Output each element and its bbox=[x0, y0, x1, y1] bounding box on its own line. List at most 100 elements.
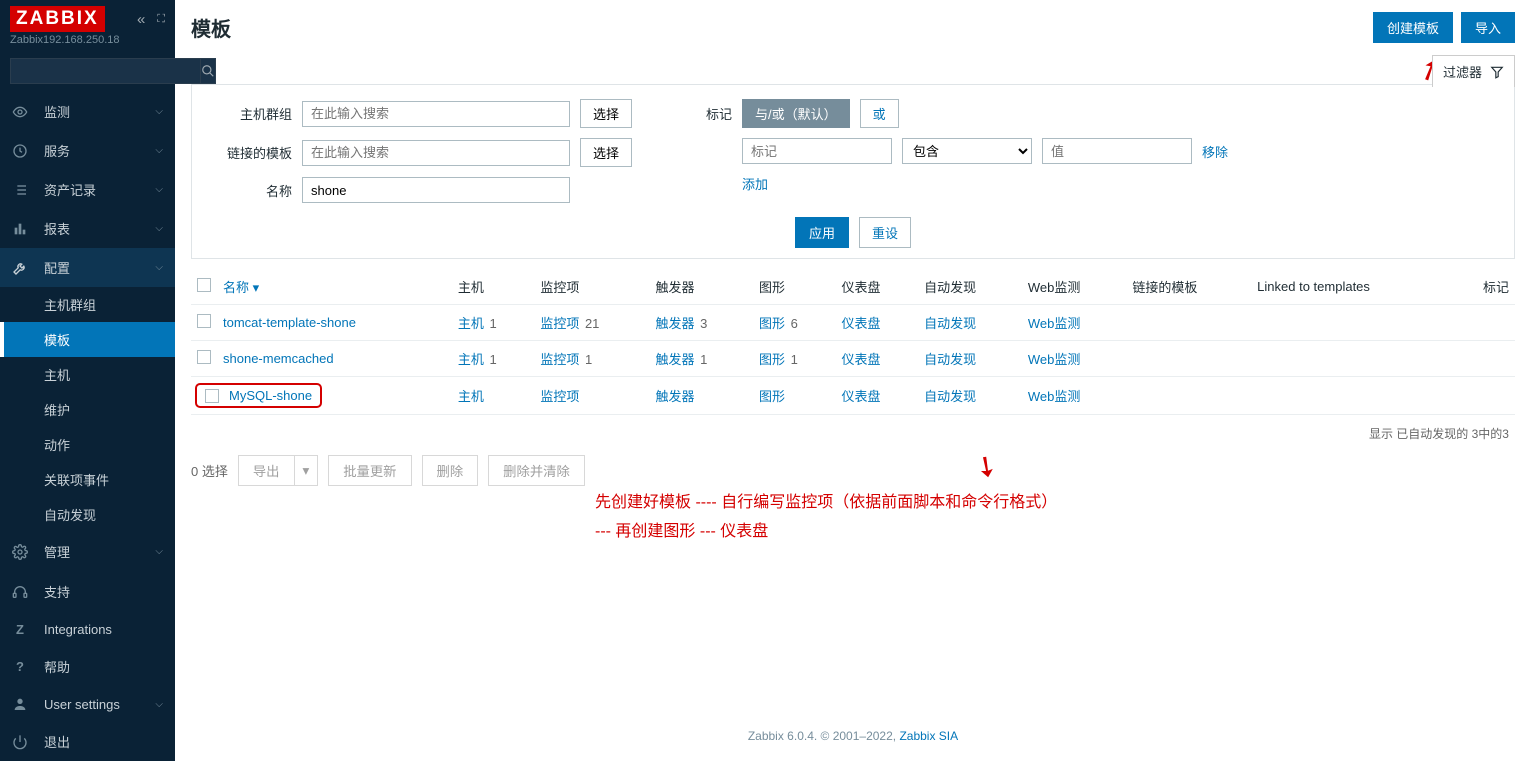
nav-label: 支持 bbox=[44, 582, 70, 601]
annotation-text: 先创建好模板 ---- 自行编写监控项（依据前面脚本和命令行格式） --- 再创… bbox=[175, 489, 1531, 547]
nav-服务[interactable]: 服务⌵ bbox=[0, 131, 175, 170]
subnav-模板[interactable]: 模板 bbox=[0, 322, 175, 357]
nav-User settings[interactable]: User settings⌵ bbox=[0, 686, 175, 722]
nav-label: Integrations bbox=[44, 622, 112, 637]
items-link[interactable]: 监控项 bbox=[540, 389, 579, 404]
template-name-link[interactable]: tomcat-template-shone bbox=[223, 315, 356, 330]
filter-linked-templates-input[interactable] bbox=[302, 140, 570, 166]
collapse-sidebar-icon[interactable]: « bbox=[137, 11, 145, 28]
subnav-动作[interactable]: 动作 bbox=[0, 427, 175, 462]
dashboards-link[interactable]: 仪表盘 bbox=[841, 389, 880, 404]
filter-apply-button[interactable]: 应用 bbox=[795, 217, 849, 248]
create-template-button[interactable]: 创建模板 bbox=[1373, 12, 1453, 43]
nav-报表[interactable]: 报表 ⌵ bbox=[0, 209, 175, 248]
list-icon bbox=[12, 182, 28, 198]
hosts-link[interactable]: 主机 bbox=[458, 316, 484, 331]
annotation-arrow-icon: ➘ bbox=[967, 446, 1005, 486]
tag-eval-or-button[interactable]: 或 bbox=[860, 99, 899, 128]
subnav-主机[interactable]: 主机 bbox=[0, 357, 175, 392]
template-name-link[interactable]: shone-memcached bbox=[223, 351, 334, 366]
graphs-link[interactable]: 图形 bbox=[759, 352, 785, 367]
web-link[interactable]: Web监测 bbox=[1028, 316, 1081, 331]
graphs-link[interactable]: 图形 bbox=[759, 316, 785, 331]
chevron-down-icon: ⌵ bbox=[155, 699, 163, 710]
items-link[interactable]: 监控项 bbox=[540, 316, 579, 331]
col-discovery: 自动发现 bbox=[918, 269, 1022, 305]
zabbix-sia-link[interactable]: Zabbix SIA bbox=[899, 729, 958, 743]
filter-host-groups-label: 主机群组 bbox=[212, 104, 292, 123]
nav-Integrations[interactable]: ZIntegrations bbox=[0, 611, 175, 647]
fullscreen-icon[interactable]: ⛶ bbox=[157, 13, 165, 26]
nav-配置[interactable]: 配置 ⌵ bbox=[0, 248, 175, 287]
row-checkbox[interactable] bbox=[197, 350, 211, 364]
filter-tab[interactable]: 过滤器 bbox=[1432, 55, 1515, 87]
discovery-link[interactable]: 自动发现 bbox=[924, 389, 976, 404]
filter-host-groups-input[interactable] bbox=[302, 101, 570, 127]
table-footer: 显示 已自动发现的 3中的3 bbox=[191, 415, 1515, 442]
nav-退出[interactable]: 退出 bbox=[0, 722, 175, 761]
sidebar-search-input[interactable] bbox=[10, 58, 201, 84]
main-content: 模板 创建模板 导入 ➚ 过滤器 主机群组 选择 bbox=[175, 0, 1531, 761]
col-hosts: 主机 bbox=[452, 269, 534, 305]
tag-operator-select[interactable]: 包含 bbox=[902, 138, 1032, 164]
filter-name-input[interactable] bbox=[302, 177, 570, 203]
row-checkbox[interactable] bbox=[205, 389, 219, 403]
chevron-down-icon: ⌵ bbox=[155, 223, 163, 234]
web-link[interactable]: Web监测 bbox=[1028, 389, 1081, 404]
gear-icon bbox=[12, 544, 28, 560]
nav-帮助[interactable]: ?帮助 bbox=[0, 647, 175, 686]
triggers-link[interactable]: 触发器 bbox=[656, 389, 695, 404]
export-dropdown-button[interactable]: ▾ bbox=[294, 455, 319, 486]
discovery-link[interactable]: 自动发现 bbox=[924, 352, 976, 367]
headset-icon bbox=[12, 584, 28, 600]
nav-资产记录[interactable]: 资产记录⌵ bbox=[0, 170, 175, 209]
tag-remove-link[interactable]: 移除 bbox=[1202, 142, 1228, 161]
select-host-groups-button[interactable]: 选择 bbox=[580, 99, 632, 128]
mass-update-button[interactable]: 批量更新 bbox=[328, 455, 411, 486]
chevron-down-icon: ⌵ bbox=[155, 262, 163, 273]
tag-name-input[interactable] bbox=[742, 138, 892, 164]
tag-add-link[interactable]: 添加 bbox=[742, 174, 768, 193]
subnav-主机群组[interactable]: 主机群组 bbox=[0, 287, 175, 322]
triggers-link[interactable]: 触发器 bbox=[656, 352, 695, 367]
graphs-link[interactable]: 图形 bbox=[759, 389, 785, 404]
filter-tab-label: 过滤器 bbox=[1443, 62, 1482, 81]
nav-监测[interactable]: 监测 ⌵ bbox=[0, 92, 175, 131]
subnav-维护[interactable]: 维护 bbox=[0, 392, 175, 427]
nav-label: 报表 bbox=[44, 219, 70, 238]
power-icon bbox=[12, 734, 28, 750]
delete-clear-button[interactable]: 删除并清除 bbox=[488, 455, 585, 486]
nav-label: 监测 bbox=[44, 102, 70, 121]
nav-label: 管理 bbox=[44, 542, 70, 561]
dashboards-link[interactable]: 仪表盘 bbox=[841, 352, 880, 367]
web-link[interactable]: Web监测 bbox=[1028, 352, 1081, 367]
delete-button[interactable]: 删除 bbox=[422, 455, 479, 486]
subnav-自动发现[interactable]: 自动发现 bbox=[0, 497, 175, 532]
nav-label: 配置 bbox=[44, 258, 70, 277]
import-button[interactable]: 导入 bbox=[1461, 12, 1515, 43]
col-graphs: 图形 bbox=[753, 269, 835, 305]
subnav-关联项事件[interactable]: 关联项事件 bbox=[0, 462, 175, 497]
items-link[interactable]: 监控项 bbox=[540, 352, 579, 367]
discovery-link[interactable]: 自动发现 bbox=[924, 316, 976, 331]
server-name: Zabbix192.168.250.18 bbox=[0, 34, 175, 54]
template-name-link[interactable]: MySQL-shone bbox=[229, 388, 312, 403]
nav-管理[interactable]: 管理⌵ bbox=[0, 532, 175, 571]
nav-支持[interactable]: 支持 bbox=[0, 572, 175, 611]
select-linked-templates-button[interactable]: 选择 bbox=[580, 138, 632, 167]
triggers-link[interactable]: 触发器 bbox=[656, 316, 695, 331]
tag-eval-andor-button[interactable]: 与/或（默认） bbox=[742, 99, 850, 128]
tag-value-input[interactable] bbox=[1042, 138, 1192, 164]
row-checkbox[interactable] bbox=[197, 314, 211, 328]
col-name[interactable]: 名称 ▾ bbox=[223, 280, 259, 295]
hosts-link[interactable]: 主机 bbox=[458, 389, 484, 404]
dashboards-link[interactable]: 仪表盘 bbox=[841, 316, 880, 331]
hosts-link[interactable]: 主机 bbox=[458, 352, 484, 367]
chevron-down-icon: ⌵ bbox=[155, 106, 163, 117]
select-all-checkbox[interactable] bbox=[197, 278, 211, 292]
filter-reset-button[interactable]: 重设 bbox=[859, 217, 911, 248]
zabbix-footer: Zabbix 6.0.4. © 2001–2022, Zabbix SIA bbox=[175, 711, 1531, 761]
zabbix-logo[interactable]: ZABBIX bbox=[10, 6, 105, 32]
filter-tags-label: 标记 bbox=[692, 104, 732, 123]
export-button[interactable]: 导出 bbox=[238, 455, 294, 486]
